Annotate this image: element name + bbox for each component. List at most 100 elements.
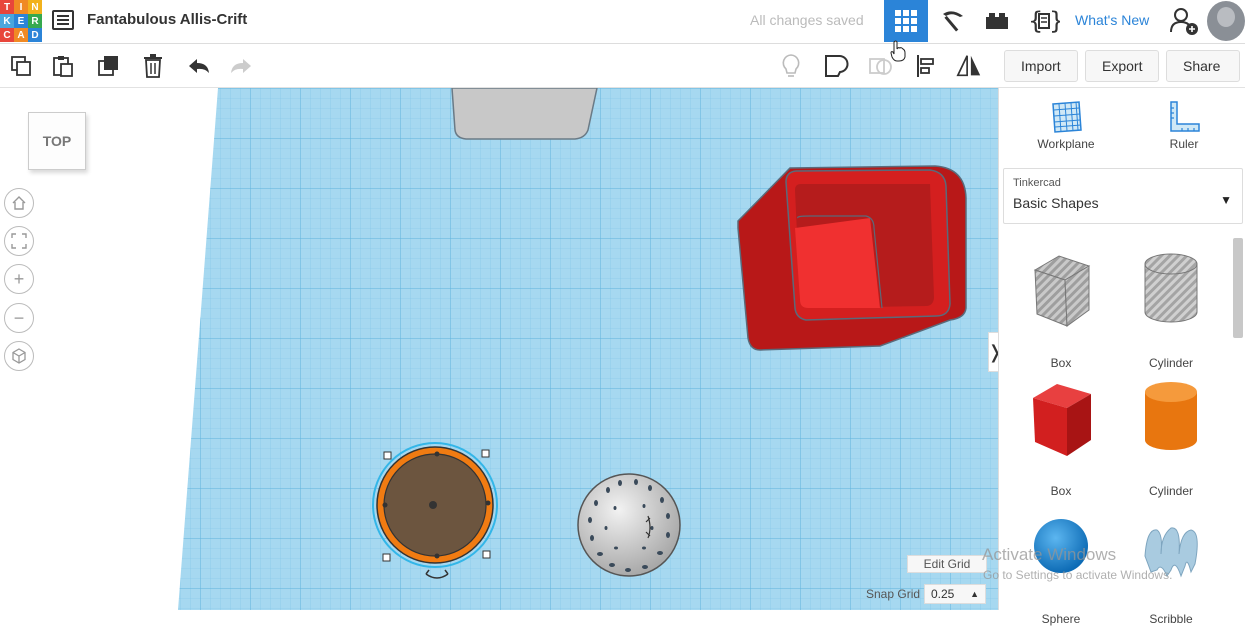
shape-label: Cylinder bbox=[1148, 356, 1193, 370]
shape-label: Box bbox=[1050, 484, 1072, 498]
share-button[interactable]: Share bbox=[1166, 50, 1240, 82]
logo-letter: R bbox=[28, 14, 42, 28]
ruler-icon bbox=[1170, 101, 1200, 132]
plus-icon: + bbox=[13, 268, 25, 289]
library-name: Basic Shapes bbox=[1013, 195, 1099, 211]
shape-library-select[interactable]: Tinkercad Basic Shapes ▼ bbox=[1003, 168, 1243, 224]
duplicate-button[interactable] bbox=[95, 52, 123, 80]
grid-view-icon bbox=[895, 10, 917, 32]
design-list-icon[interactable] bbox=[52, 10, 74, 30]
activate-windows-watermark: Activate Windows bbox=[982, 545, 1117, 564]
whats-new-link[interactable]: What's New bbox=[1075, 12, 1149, 28]
project-title[interactable]: Fantabulous Allis-Crift bbox=[87, 11, 247, 28]
home-icon bbox=[12, 196, 26, 210]
avatar[interactable] bbox=[1207, 1, 1245, 41]
save-status: All changes saved bbox=[750, 12, 864, 28]
workplane-grid[interactable] bbox=[0, 88, 998, 610]
hand-cursor-icon bbox=[890, 40, 906, 62]
perspective-button[interactable] bbox=[4, 341, 34, 371]
ruler-tool[interactable]: Ruler bbox=[1144, 100, 1224, 151]
ruler-label: Ruler bbox=[1169, 137, 1199, 151]
duplicate-icon bbox=[98, 56, 118, 76]
fit-view-icon bbox=[11, 233, 27, 249]
redo-icon bbox=[231, 59, 251, 73]
fit-view-button[interactable] bbox=[4, 226, 34, 256]
gray-sphere-shape bbox=[577, 473, 681, 577]
shape-sphere[interactable]: Sphere bbox=[1011, 506, 1111, 626]
library-provider: Tinkercad bbox=[1013, 177, 1061, 189]
copy-button[interactable] bbox=[7, 52, 35, 80]
activate-windows-hint: Go to Settings to activate Windows. bbox=[983, 568, 1173, 582]
shape-label: Box bbox=[1050, 356, 1072, 370]
lightbulb-icon bbox=[782, 54, 800, 77]
workplane-tool[interactable]: Workplane bbox=[1026, 100, 1106, 151]
gray-box-shape bbox=[451, 88, 598, 140]
perspective-cube-icon bbox=[12, 348, 26, 364]
logo-letter: E bbox=[14, 14, 28, 28]
bricks-button[interactable] bbox=[975, 0, 1019, 42]
shape-cylinder[interactable]: Cylinder bbox=[1121, 378, 1221, 498]
logo-letter: T bbox=[0, 0, 14, 14]
shape-label: Sphere bbox=[1041, 612, 1081, 626]
svg-text:{: { bbox=[1028, 7, 1043, 35]
mirror-icon bbox=[956, 55, 981, 77]
undo-button[interactable] bbox=[185, 52, 213, 80]
add-user-button[interactable] bbox=[1162, 0, 1206, 42]
3d-design-view-button[interactable] bbox=[884, 0, 928, 42]
dropdown-caret-icon: ▼ bbox=[1220, 193, 1232, 207]
align-button[interactable] bbox=[912, 52, 940, 80]
tinkercad-logo[interactable]: T I N K E R C A D bbox=[0, 0, 42, 42]
caret-up-icon: ▲ bbox=[970, 589, 979, 599]
shape-box-hole[interactable]: Box bbox=[1011, 250, 1111, 370]
home-view-button[interactable] bbox=[4, 188, 34, 218]
edit-grid-button[interactable]: Edit Grid bbox=[907, 555, 987, 573]
shape-cylinder-hole[interactable]: Cylinder bbox=[1121, 250, 1221, 370]
edit-toolbar: Import Export Share bbox=[0, 44, 1245, 88]
logo-letter: C bbox=[0, 28, 14, 42]
paste-button[interactable] bbox=[49, 52, 77, 80]
snap-grid-label: Snap Grid bbox=[866, 587, 921, 601]
redo-button[interactable] bbox=[227, 52, 255, 80]
zoom-out-button[interactable]: − bbox=[4, 303, 34, 333]
top-bar: T I N K E R C A D Fantabulous Allis-Crif… bbox=[0, 0, 1245, 44]
workplane-icon bbox=[1052, 101, 1082, 133]
paste-icon bbox=[53, 56, 73, 77]
logo-letter: D bbox=[28, 28, 42, 42]
codeblocks-button[interactable]: { } bbox=[1022, 0, 1066, 42]
red-hollow-box-shape bbox=[737, 165, 967, 351]
brick-icon bbox=[986, 13, 1008, 29]
panel-scrollbar[interactable] bbox=[1233, 238, 1243, 338]
logo-letter: A bbox=[14, 28, 28, 42]
view-cube[interactable]: TOP bbox=[28, 112, 86, 170]
shape-scribble[interactable]: Scribble bbox=[1121, 506, 1221, 626]
box-icon bbox=[1033, 384, 1091, 456]
trash-icon bbox=[144, 54, 162, 78]
blocks-pickaxe-button[interactable] bbox=[930, 0, 974, 42]
minus-icon: − bbox=[13, 307, 25, 328]
snap-grid-select[interactable]: 0.25 ▲ bbox=[924, 584, 986, 604]
import-button[interactable]: Import bbox=[1004, 50, 1078, 82]
logo-letter: I bbox=[14, 0, 28, 14]
mirror-button[interactable] bbox=[955, 52, 983, 80]
workplane-label: Workplane bbox=[1037, 137, 1095, 151]
group-icon bbox=[825, 55, 849, 77]
shape-label: Scribble bbox=[1149, 612, 1193, 626]
group-button[interactable] bbox=[822, 52, 850, 80]
copy-icon bbox=[11, 56, 31, 76]
cylinder-icon bbox=[1145, 382, 1197, 450]
add-user-icon bbox=[1170, 8, 1198, 35]
logo-letter: N bbox=[28, 0, 42, 14]
shape-label: Cylinder bbox=[1148, 484, 1193, 498]
pickaxe-icon bbox=[943, 11, 963, 32]
notes-button[interactable] bbox=[777, 52, 805, 80]
zoom-in-button[interactable]: + bbox=[4, 264, 34, 294]
delete-button[interactable] bbox=[139, 52, 167, 80]
svg-text:}: } bbox=[1049, 7, 1060, 35]
codeblocks-icon: { } bbox=[1028, 7, 1060, 35]
snap-grid-value: 0.25 bbox=[931, 587, 955, 601]
undo-icon bbox=[189, 59, 209, 73]
shape-box[interactable]: Box bbox=[1011, 378, 1111, 498]
export-button[interactable]: Export bbox=[1085, 50, 1160, 82]
workplane-canvas[interactable] bbox=[0, 88, 998, 610]
shapes-panel: Workplane Ruler Tinkercad Basic Shapes ▼… bbox=[998, 88, 1245, 626]
